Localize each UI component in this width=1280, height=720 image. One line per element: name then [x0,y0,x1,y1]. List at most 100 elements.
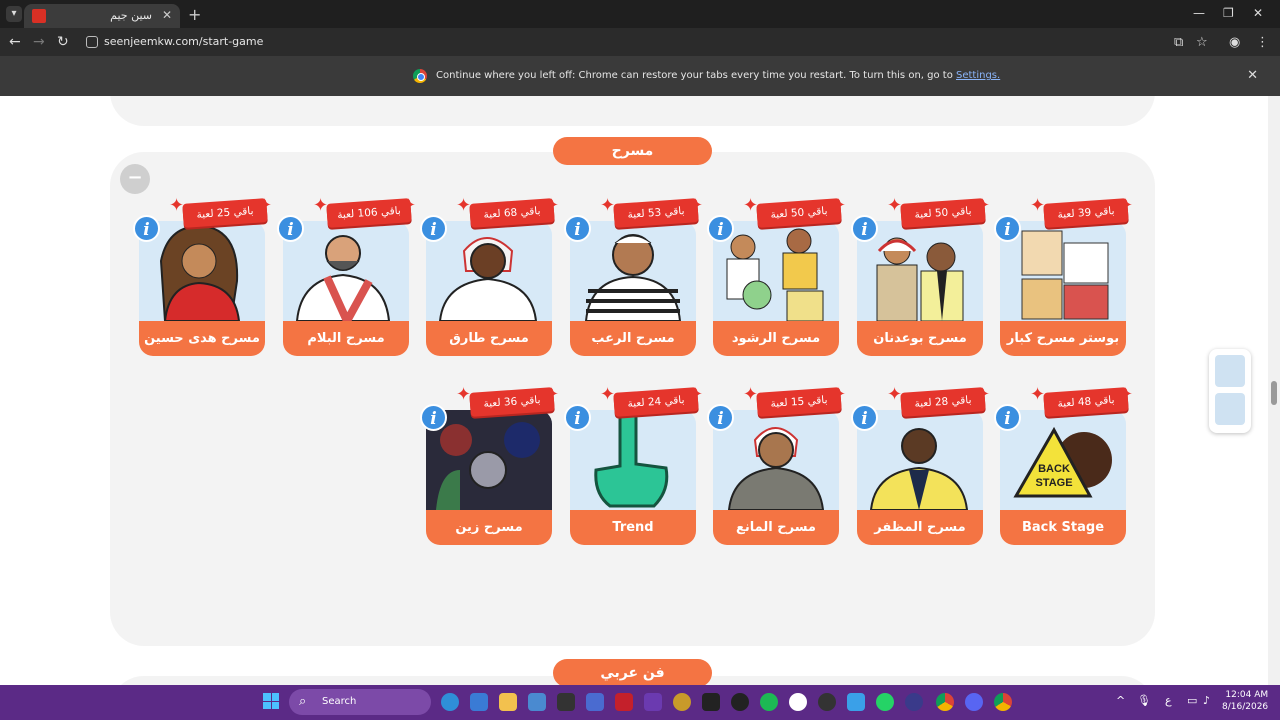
app-icon[interactable] [528,693,546,711]
folder-icon[interactable] [499,693,517,711]
edge-icon[interactable] [441,693,459,711]
info-icon[interactable]: i [851,215,878,242]
whatsapp-icon[interactable] [876,693,894,711]
microphone-icon[interactable]: 🎙 [1137,694,1151,707]
info-icon[interactable]: i [994,215,1021,242]
volume-icon[interactable]: ♪ [1203,694,1210,707]
close-tab-icon[interactable]: ✕ [162,8,172,22]
search-icon: ⌕ [299,694,307,709]
browser-toolbar: ← → ↻ seenjeemkw.com/start-game ⧉ ☆ ◉ ⋮ [0,28,1280,56]
language-indicator[interactable]: ع [1165,694,1172,707]
page-scrollbar[interactable] [1268,96,1280,685]
info-icon[interactable]: i [707,215,734,242]
tab-search-button[interactable]: ▾ [6,6,22,22]
category-card[interactable]: مسرح هدى حسين i ✦ ✦ باقي 25 لعبة [133,197,272,356]
site-info-icon[interactable] [86,36,98,48]
category-card[interactable]: مسرح زين i ✦ ✦ باقي 36 لعبة [420,386,559,545]
new-tab-button[interactable]: + [188,5,201,24]
scrollbar-thumb[interactable] [1271,381,1277,405]
info-icon[interactable]: i [133,215,160,242]
svg-text:BACK: BACK [1038,463,1070,475]
chatgpt-icon[interactable] [789,693,807,711]
app-icon[interactable] [644,693,662,711]
card-image [570,221,696,321]
info-icon[interactable]: i [994,404,1021,431]
card-image [713,410,839,510]
card-label: مسرح المظفر [857,510,983,545]
tab-title: سين جيم [110,9,152,22]
card-label: Back Stage [1000,510,1126,545]
category-card[interactable]: بوستر مسرح كبار i ✦ ✦ باقي 39 لعبة [994,197,1133,356]
chrome-icon[interactable] [994,693,1012,711]
translate-icon[interactable]: ⧉ [1174,35,1183,50]
restore-icon[interactable]: ❐ [1223,6,1234,20]
next-category-title: فن عربي [553,659,712,685]
card-image: BACK STAGE [1000,410,1126,510]
profile-icon[interactable]: ◉ [1229,35,1240,50]
taskbar-clock[interactable]: 12:04 AM 8/16/2026 [1222,689,1268,713]
card-image [139,221,265,321]
category-card[interactable]: مسرح المانع i ✦ ✦ باقي 15 لعبة [707,386,846,545]
discord-icon[interactable] [965,693,983,711]
infobar-message: Continue where you left off: Chrome can … [436,70,1001,81]
clock-date: 8/16/2026 [1222,702,1269,712]
info-icon[interactable]: i [564,404,591,431]
close-window-icon[interactable]: ✕ [1253,6,1263,20]
menu-icon[interactable]: ⋮ [1256,35,1269,50]
app-icon[interactable] [673,693,691,711]
category-card[interactable]: مسرح بوعدنان i ✦ ✦ باقي 50 لعبة [851,197,990,356]
app-icon[interactable] [615,693,633,711]
category-card[interactable]: مسرح الرعب i ✦ ✦ باقي 53 لعبة [564,197,703,356]
app-icon[interactable] [557,693,575,711]
info-icon[interactable]: i [420,215,447,242]
card-label: بوستر مسرح كبار [1000,321,1126,356]
bookmark-star-icon[interactable]: ☆ [1196,35,1208,50]
chrome-logo-icon [413,69,427,83]
reload-icon[interactable]: ↻ [57,34,69,50]
app-icon[interactable] [470,693,488,711]
info-icon[interactable]: i [277,215,304,242]
app-icon[interactable] [818,693,836,711]
browser-tab[interactable]: سين جيم ✕ [24,4,180,28]
infobar-close-icon[interactable]: ✕ [1247,68,1258,83]
category-card[interactable]: مسرح البلام i ✦ ✦ باقي 106 لعبة [277,197,416,356]
windows-start-icon[interactable] [263,693,279,709]
card-label: مسرح الرعب [570,321,696,356]
card-label: مسرح الرشود [713,321,839,356]
widget-thumbnail[interactable] [1215,355,1245,387]
restore-infobar: Continue where you left off: Chrome can … [0,56,1280,96]
address-bar[interactable]: seenjeemkw.com/start-game [104,35,263,48]
info-icon[interactable]: i [851,404,878,431]
floating-side-widget[interactable] [1209,349,1251,433]
network-icon[interactable]: ▭ [1187,694,1197,707]
category-card[interactable]: مسرح المظفر i ✦ ✦ باقي 28 لعبة [851,386,990,545]
app-icon[interactable] [847,693,865,711]
back-icon[interactable]: ← [9,34,21,50]
category-card[interactable]: BACK STAGE Back Stage i ✦ ✦ باقي 48 لعبة [994,386,1133,545]
info-icon[interactable]: i [707,404,734,431]
collapse-button[interactable]: − [120,164,150,194]
taskbar-search[interactable]: ⌕ Search [289,689,431,715]
category-card[interactable]: Trend i ✦ ✦ باقي 24 لعبة [564,386,703,545]
app-icon[interactable] [905,693,923,711]
app-icon[interactable] [702,693,720,711]
card-image [857,221,983,321]
minimize-icon[interactable]: — [1193,6,1205,20]
category-card[interactable]: مسرح طارق i ✦ ✦ باقي 68 لعبة [420,197,559,356]
card-label: مسرح المانع [713,510,839,545]
info-icon[interactable]: i [420,404,447,431]
settings-link[interactable]: Settings. [956,70,1000,81]
speedometer-icon[interactable] [731,693,749,711]
spotify-icon[interactable] [760,693,778,711]
forward-icon[interactable]: → [33,34,45,50]
category-card[interactable]: مسرح الرشود i ✦ ✦ باقي 50 لعبة [707,197,846,356]
previous-category-panel [110,96,1155,126]
site-favicon-icon [32,9,46,23]
widget-thumbnail[interactable] [1215,393,1245,425]
card-label: مسرح طارق [426,321,552,356]
info-icon[interactable]: i [564,215,591,242]
app-icon[interactable] [586,693,604,711]
chevron-up-icon[interactable]: ^ [1116,694,1125,707]
chrome-icon[interactable] [936,693,954,711]
card-label: مسرح البلام [283,321,409,356]
